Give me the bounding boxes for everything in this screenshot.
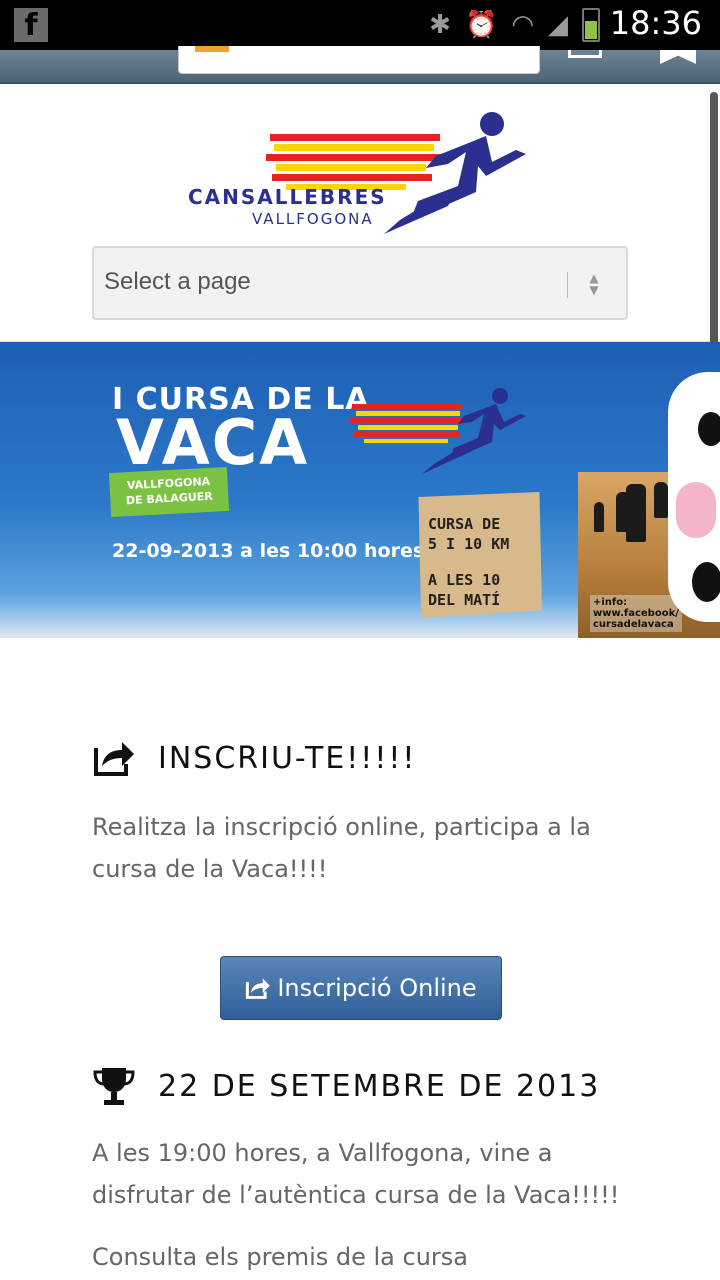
- page-select-placeholder: Select a page: [104, 268, 251, 295]
- hero-banner: I CURSA DE LA VACA VALLFOGONA DE BALAGUE…: [0, 342, 720, 638]
- section-registration-text: Realitza la inscripció online, participa…: [92, 813, 591, 883]
- section-registration-header: INSCRIU-TE!!!!!: [92, 738, 416, 778]
- status-icons: ✱ ⏰ ◠ ◢: [429, 6, 600, 44]
- banner-sign-line3: A LES 10: [428, 571, 501, 589]
- section-date-text: A les 19:00 hores, a Vallfogona, vine a …: [92, 1139, 620, 1209]
- banner-place-badge: VALLFOGONA DE BALAGUER: [108, 466, 230, 518]
- status-bar: f ✱ ⏰ ◠ ◢ 18:36: [0, 0, 720, 50]
- logo-runner: [384, 112, 526, 234]
- bluetooth-icon: ✱: [429, 10, 451, 40]
- logo-text-sub: VALLFOGONA: [252, 210, 374, 228]
- banner-info-line3: cursadelavaca: [593, 619, 674, 630]
- banner-sign-line1: CURSA DE: [428, 515, 501, 533]
- browser-toolbar: [0, 46, 720, 84]
- banner-info-line2: www.facebook/: [593, 608, 679, 619]
- site-icon: [195, 46, 229, 52]
- facebook-icon: f: [14, 8, 48, 43]
- logo-text-main: CANSALLEBRES: [188, 185, 387, 209]
- clock: 18:36: [609, 4, 702, 42]
- banner-cow-illustration: [668, 372, 720, 622]
- trophy-icon: [93, 1068, 135, 1105]
- page-select[interactable]: Select a page ▲ ▼: [92, 246, 628, 320]
- alarm-icon: ⏰: [464, 10, 498, 40]
- online-registration-button[interactable]: Inscripció Online: [220, 956, 502, 1020]
- section-prizes-link[interactable]: Consulta els premis de la cursa: [92, 1236, 632, 1278]
- banner-race-sign: CURSA DE 5 I 10 KM A LES 10 DEL MATÍ: [418, 492, 542, 618]
- logo-stripes: [266, 134, 446, 190]
- tab-icon[interactable]: [568, 50, 602, 58]
- bookmark-icon[interactable]: [660, 50, 696, 64]
- banner-info: +info: www.facebook/ cursadelavaca: [590, 595, 682, 632]
- section-registration-title: INSCRIU-TE!!!!!: [158, 740, 417, 776]
- share-icon: [246, 978, 271, 999]
- select-divider: [567, 272, 568, 298]
- site-logo[interactable]: CANSALLEBRES VALLFOGONA: [186, 106, 536, 236]
- share-icon: [94, 742, 134, 776]
- battery-icon: [582, 8, 600, 42]
- banner-sign-line2: 5 I 10 KM: [428, 535, 510, 553]
- banner-date: 22-09-2013 a les 10:00 hores: [112, 540, 425, 562]
- address-bar[interactable]: [178, 46, 540, 74]
- section-date-title: 22 DE SETEMBRE DE 2013: [158, 1068, 601, 1104]
- banner-info-line1: +info:: [593, 597, 628, 608]
- wifi-icon: ◠: [511, 10, 534, 40]
- signal-icon: ◢: [548, 10, 568, 40]
- site-header: CANSALLEBRES VALLFOGONA Select a page ▲ ▼: [0, 86, 720, 342]
- select-arrows-icon: ▲ ▼: [589, 271, 599, 297]
- section-date-header: 22 DE SETEMBRE DE 2013: [92, 1064, 600, 1108]
- banner-runner-logo: [350, 388, 526, 474]
- online-registration-label: Inscripció Online: [277, 974, 477, 1002]
- banner-sign-line4: DEL MATÍ: [428, 591, 501, 609]
